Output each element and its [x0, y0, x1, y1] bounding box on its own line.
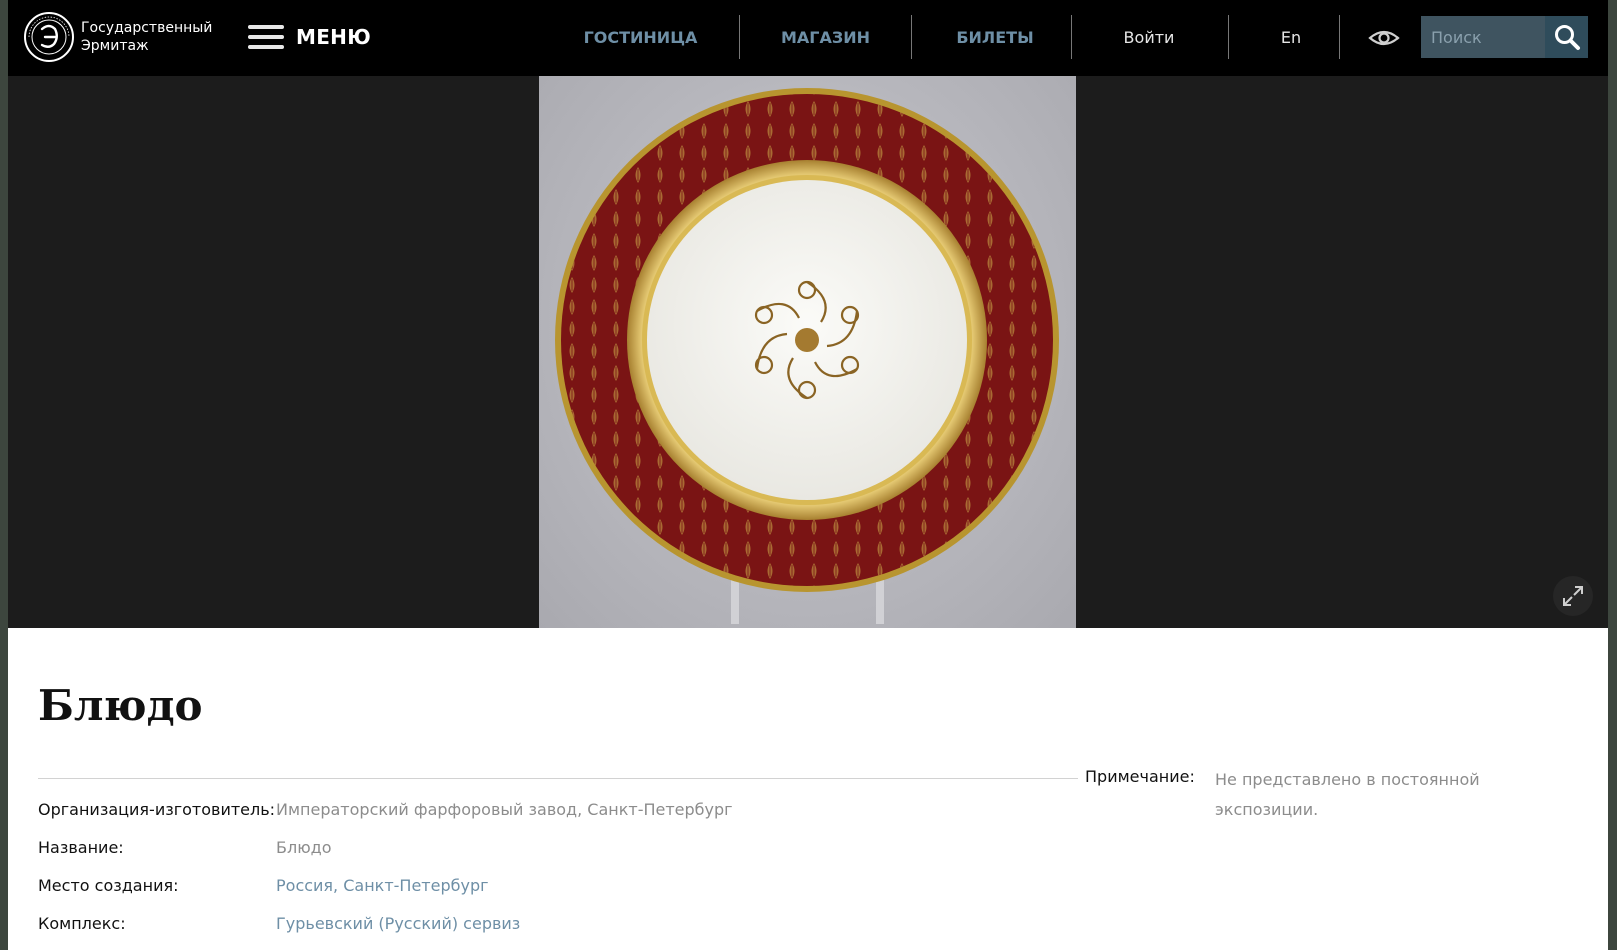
detail-label: Организация-изготовитель: [38, 800, 276, 819]
nav-link-tickets[interactable]: БИЛЕТЫ [925, 15, 1065, 59]
place-link[interactable]: Россия, Санкт-Петербург [276, 876, 489, 895]
detail-value: Императорский фарфоровый завод, Санкт-Пе… [276, 800, 733, 819]
nav-link-hotel[interactable]: ГОСТИНИЦА [568, 15, 713, 59]
detail-value: Блюдо [276, 838, 332, 857]
menu-button[interactable]: МЕНЮ [248, 22, 371, 52]
note-label: Примечание: [1085, 767, 1195, 786]
nav-divider [1339, 15, 1340, 59]
porcelain-dish-image [555, 88, 1059, 624]
detail-label: Место создания: [38, 876, 179, 895]
hermitage-logo-icon[interactable] [23, 11, 75, 63]
search-icon [1554, 25, 1580, 50]
detail-label: Комплекс: [38, 914, 126, 933]
complex-link[interactable]: Гурьевский (Русский) сервиз [276, 914, 520, 933]
search-button[interactable] [1545, 16, 1588, 58]
site-name-line2: Эрмитаж [81, 38, 149, 54]
divider [38, 778, 1078, 779]
expand-icon [1563, 586, 1583, 606]
site-name-line1: Государственный [81, 20, 213, 36]
top-navigation-bar: Государственный Эрмитаж МЕНЮ ГОСТИНИЦА М… [8, 0, 1608, 76]
site-name[interactable]: Государственный Эрмитаж [81, 19, 212, 55]
menu-label: МЕНЮ [296, 25, 371, 49]
language-switch[interactable]: En [1242, 15, 1340, 59]
detail-label: Название: [38, 838, 124, 857]
fullscreen-button[interactable] [1553, 576, 1593, 616]
nav-divider [739, 15, 740, 59]
search-input[interactable] [1421, 16, 1545, 58]
login-link[interactable]: Войти [1085, 15, 1213, 59]
nav-divider [911, 15, 912, 59]
note-value: Не представлено в постоянной экспозиции. [1215, 770, 1480, 819]
nav-link-shop[interactable]: МАГАЗИН [753, 15, 898, 59]
nav-divider [1071, 15, 1072, 59]
nav-divider [1228, 15, 1229, 59]
artwork-viewer [8, 76, 1608, 628]
artwork-photo[interactable] [539, 76, 1076, 628]
artwork-details: Блюдо Организация-изготовитель: Императо… [8, 628, 1608, 950]
eye-icon[interactable] [1368, 24, 1400, 52]
menu-icon [248, 25, 284, 49]
artwork-title: Блюдо [38, 681, 203, 730]
